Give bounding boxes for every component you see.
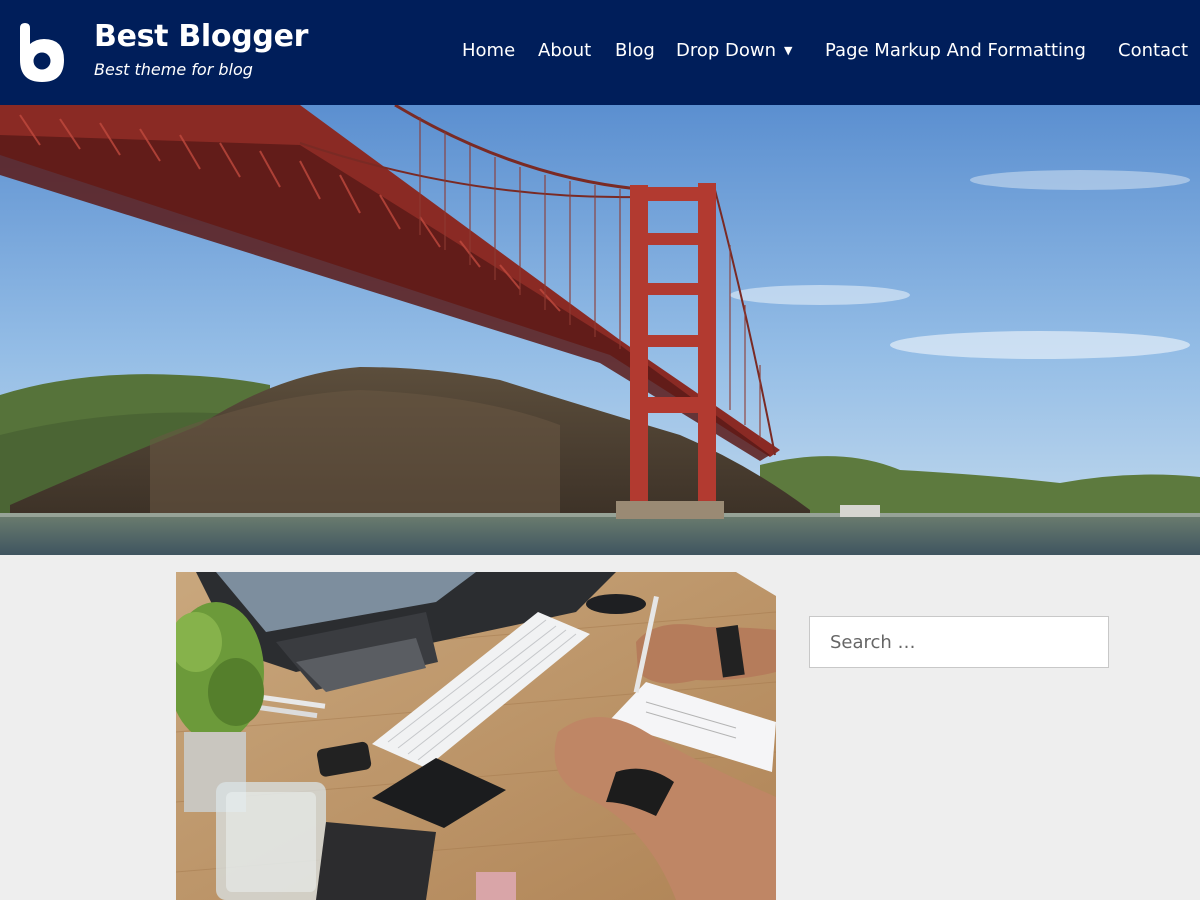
nav-item-blog[interactable]: Blog [615, 39, 655, 63]
hero-banner-image [0, 105, 1200, 555]
featured-post-image[interactable] [176, 572, 776, 900]
sidebar [809, 616, 1109, 668]
image-corner-fold [736, 572, 776, 596]
nav-item-home[interactable]: Home [462, 39, 515, 63]
nav-item-drop-down[interactable]: Drop Down ▼ [676, 39, 793, 65]
nav-item-about[interactable]: About [538, 39, 591, 63]
search-input[interactable] [809, 616, 1109, 668]
site-header: Best Blogger Best theme for blog Home Ab… [0, 0, 1200, 105]
nav-item-page-markup[interactable]: Page Markup And Formatting [825, 39, 1086, 63]
main-navigation: Home About Blog Drop Down ▼ Page Markup A… [0, 39, 1200, 65]
caret-down-icon: ▼ [784, 44, 793, 57]
nav-item-contact[interactable]: Contact [1118, 39, 1188, 63]
nav-item-drop-down-label: Drop Down [676, 40, 777, 61]
